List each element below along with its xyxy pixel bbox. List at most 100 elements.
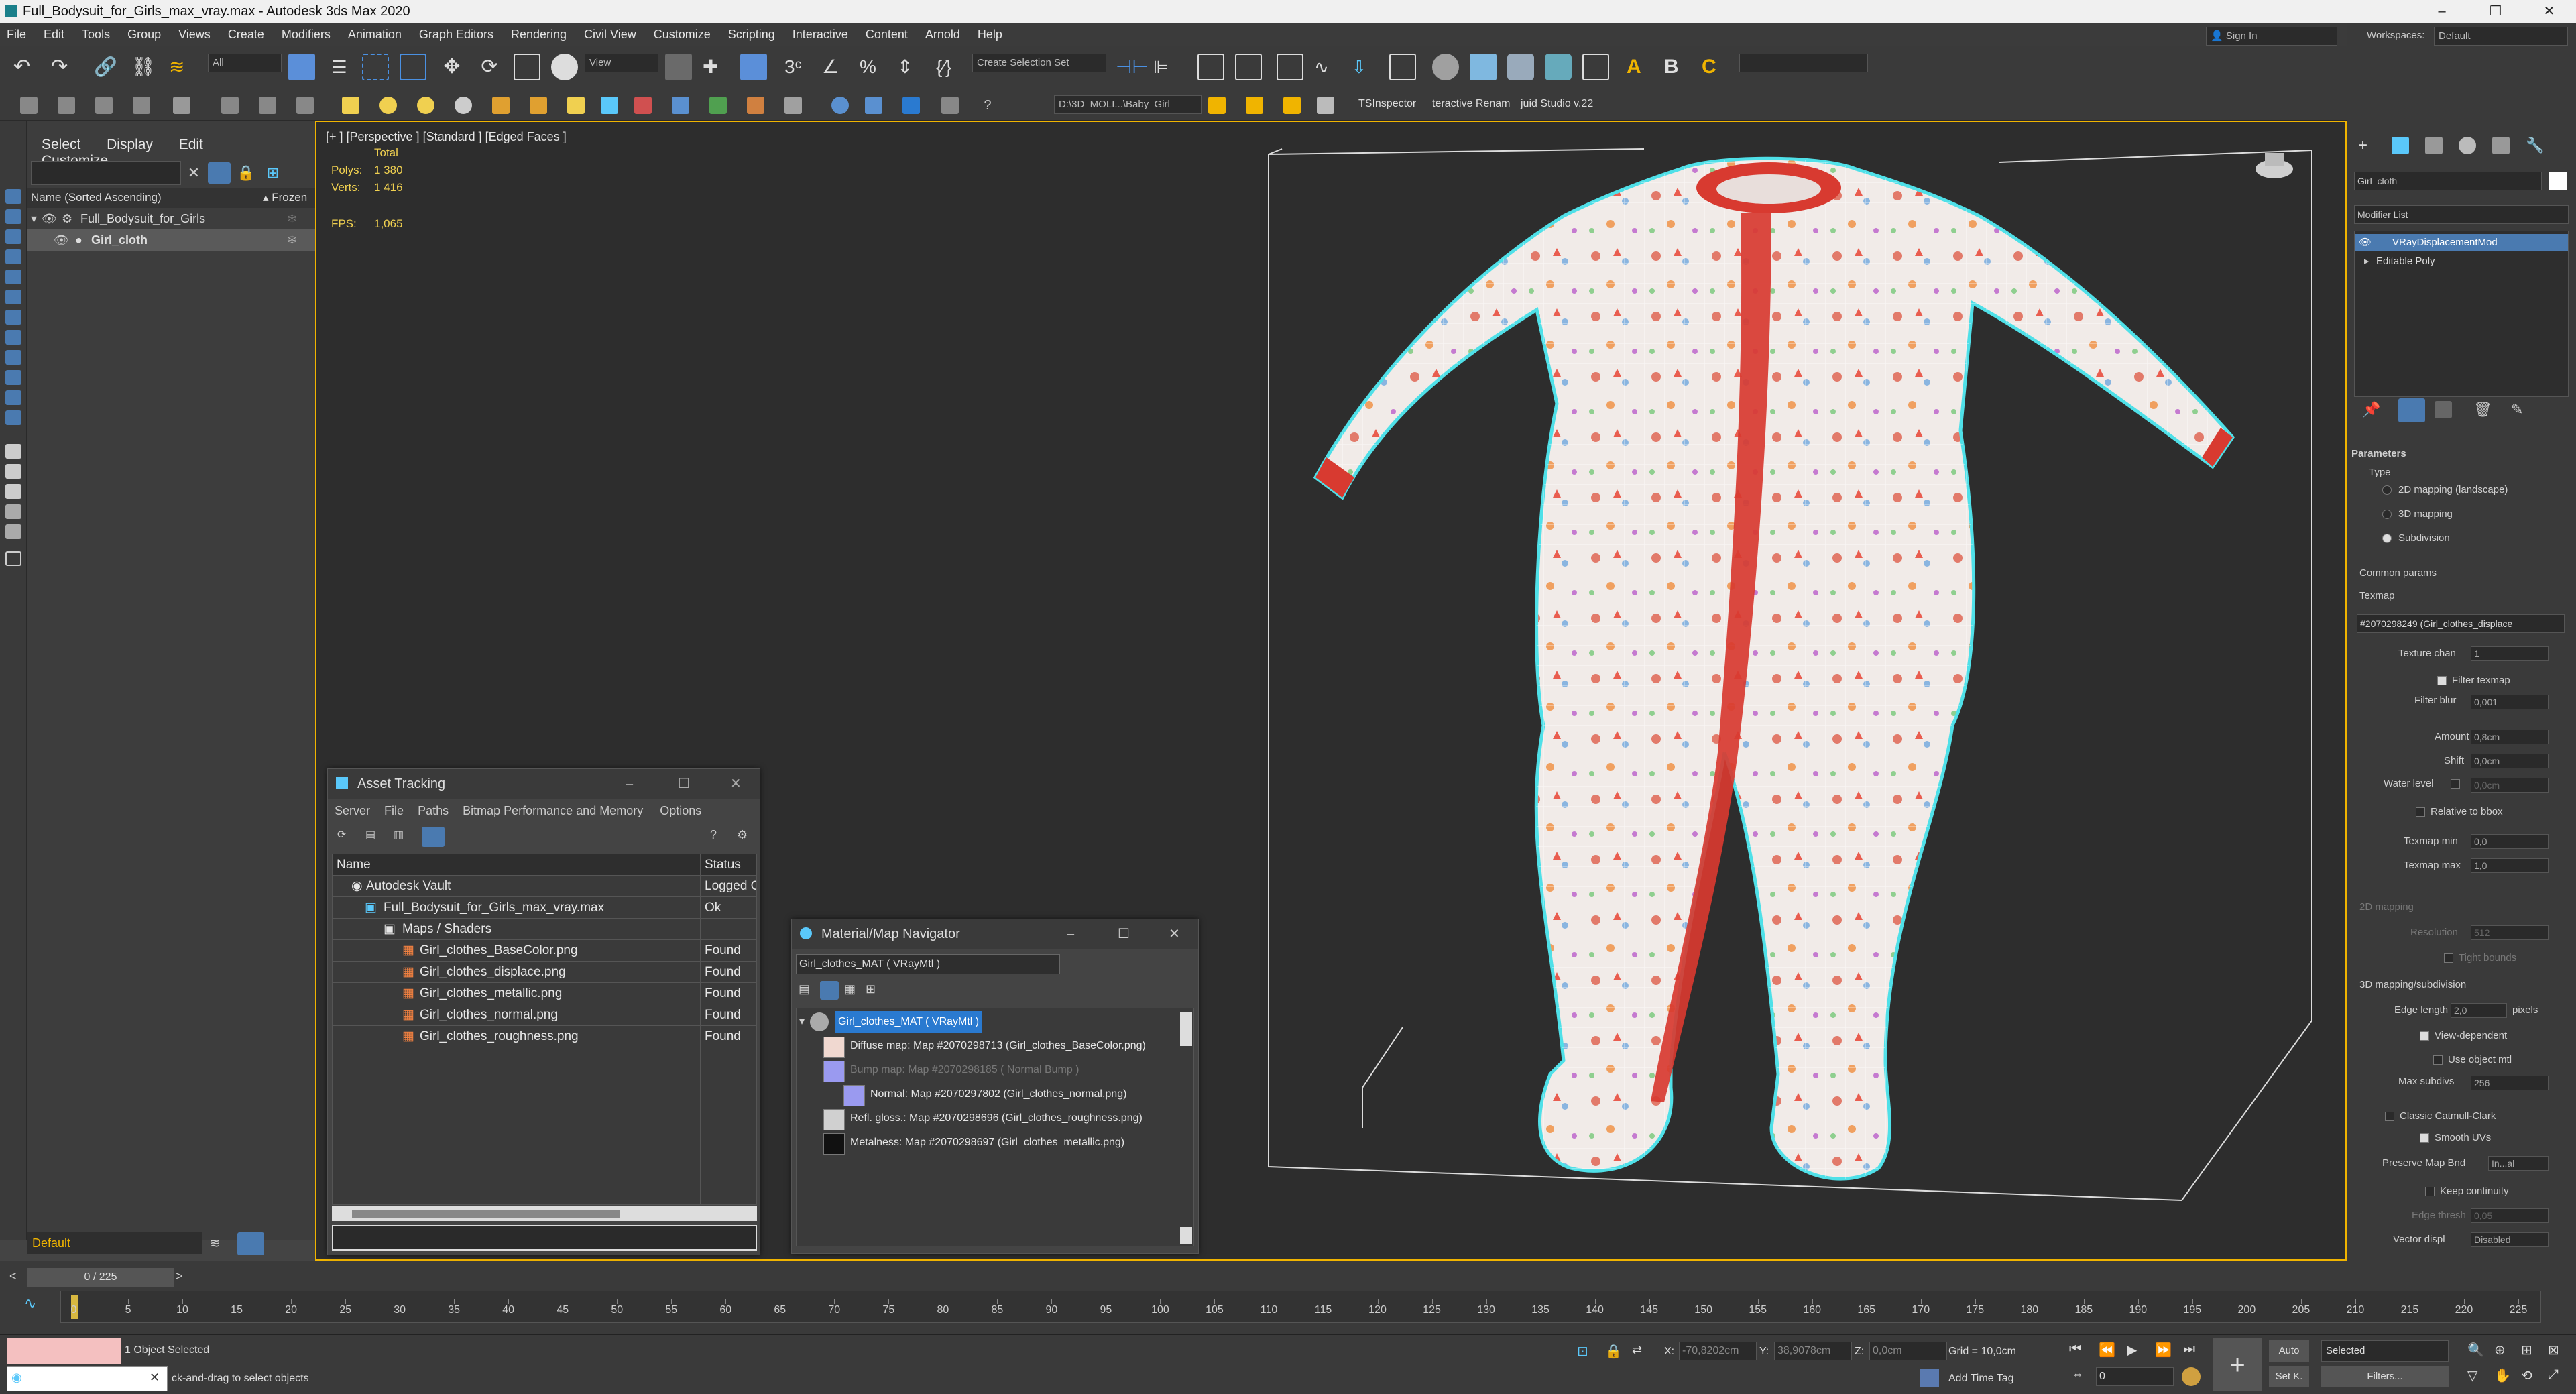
parameters-header[interactable]: Parameters	[2351, 448, 2406, 459]
asset-row[interactable]: ▦ Girl_clothes_normal.png Found	[333, 1004, 756, 1026]
close-icon[interactable]: ✕	[150, 1371, 160, 1385]
link-icon[interactable]: 🔗	[94, 54, 121, 80]
list-view-icon[interactable]: ▤	[365, 828, 383, 846]
field-of-view-icon[interactable]: ▽	[2467, 1367, 2486, 1386]
time-tag-icon[interactable]	[1920, 1369, 1939, 1387]
menu-paths[interactable]: Paths	[418, 804, 449, 817]
resolution-spinner[interactable]: 512	[2471, 925, 2549, 940]
slot-icon[interactable]	[95, 97, 113, 114]
menu-animation[interactable]: Animation	[348, 27, 402, 42]
arnold-a-icon[interactable]: A	[1627, 54, 1653, 80]
menu-edit[interactable]: Edit	[44, 27, 64, 42]
modifier-list-dropdown[interactable]: Modifier List	[2354, 205, 2569, 224]
menu-tools[interactable]: Tools	[82, 27, 110, 42]
zoom-icon[interactable]: 🔍	[2467, 1342, 2486, 1360]
max-subdivs-spinner[interactable]: 256	[2471, 1076, 2549, 1090]
set-key-button[interactable]: +	[2213, 1338, 2262, 1391]
display-tab-icon[interactable]	[2492, 137, 2510, 154]
hierarchy-icon[interactable]: ⊞	[263, 162, 283, 184]
filter-texmap-checkbox[interactable]	[2437, 676, 2447, 685]
menu-help[interactable]: Help	[978, 27, 1002, 42]
scene-explorer-toggle-icon[interactable]	[1197, 54, 1224, 80]
close-icon[interactable]: ✕	[1169, 919, 1180, 949]
script-icon[interactable]	[941, 97, 959, 114]
asset-row[interactable]: ▦ Girl_clothes_roughness.png Found	[333, 1026, 756, 1047]
vertical-scrollbar[interactable]	[1179, 1008, 1193, 1246]
col-name-header[interactable]: Name	[337, 854, 371, 876]
menu-graph-editors[interactable]: Graph Editors	[419, 27, 493, 42]
scrollbar-thumb[interactable]	[1180, 1012, 1192, 1046]
vector-displ-dropdown[interactable]: Disabled	[2471, 1232, 2549, 1247]
studio-button[interactable]: juid Studio v.22	[1521, 98, 1593, 110]
sign-in-dropdown[interactable]: 👤 Sign In	[2206, 27, 2337, 46]
geosphere-icon[interactable]	[417, 97, 434, 114]
visibility-eye-icon[interactable]: 👁	[42, 208, 57, 229]
material-navigator-titlebar[interactable]: Material/Map Navigator – ☐ ✕	[792, 919, 1198, 949]
sphere-icon[interactable]	[379, 97, 397, 114]
pin-stack-icon[interactable]: 📌	[2362, 401, 2380, 418]
curve-editor-icon[interactable]: ∿	[1314, 54, 1341, 80]
keyboard-shortcut-override-icon[interactable]	[740, 54, 767, 80]
lock-icon[interactable]: 🔒	[236, 162, 256, 184]
key-filter-dropdown[interactable]: Selected	[2321, 1340, 2449, 1362]
table-view-icon[interactable]	[422, 827, 445, 847]
classic-catmull-checkbox[interactable]	[2385, 1112, 2394, 1121]
y-coordinate-field[interactable]: 38,9078cm	[1774, 1342, 1852, 1360]
amount-spinner[interactable]: 0,8cm	[2471, 730, 2549, 744]
refresh-icon[interactable]: ⟳	[337, 828, 355, 846]
asset-row[interactable]: ▦ Girl_clothes_metallic.png Found	[333, 983, 756, 1004]
render-production-icon[interactable]	[1507, 54, 1534, 80]
menu-server[interactable]: Server	[335, 804, 370, 817]
box-icon[interactable]	[342, 97, 359, 114]
folder-archive-icon[interactable]	[1317, 97, 1334, 114]
menu-arnold[interactable]: Arnold	[925, 27, 960, 42]
maximize-button[interactable]: ❐	[2469, 0, 2522, 23]
motion-tab-icon[interactable]	[2459, 137, 2476, 154]
create-tab-icon[interactable]: +	[2358, 137, 2376, 154]
renamer-button[interactable]: teractive Renam	[1432, 98, 1511, 110]
selection-filter-dropdown[interactable]: All	[208, 54, 282, 72]
light-icon[interactable]	[492, 97, 510, 114]
keep-continuity-checkbox[interactable]	[2425, 1187, 2435, 1196]
select-by-name-icon[interactable]: ☰	[326, 54, 353, 80]
show-end-result-icon[interactable]	[2398, 398, 2425, 422]
asset-row[interactable]: ▣ Maps / Shaders	[333, 919, 756, 940]
render-in-cloud-icon[interactable]	[1582, 54, 1609, 80]
column-name-header[interactable]: Name (Sorted Ascending)	[31, 188, 162, 208]
scroll-down-button[interactable]	[1180, 1227, 1192, 1244]
teapot-icon[interactable]	[865, 97, 882, 114]
filter-containers-icon[interactable]	[5, 370, 21, 385]
schematic-view-icon[interactable]: ⇩	[1352, 54, 1379, 80]
freeze-icon[interactable]: ❄	[287, 208, 297, 229]
render-region-icon[interactable]	[902, 97, 920, 114]
menu-rendering[interactable]: Rendering	[511, 27, 567, 42]
pin-icon[interactable]	[634, 97, 652, 114]
set-key-toggle[interactable]: Set K.	[2269, 1366, 2309, 1387]
relative-to-bbox-checkbox[interactable]	[2416, 807, 2425, 817]
clear-search-icon[interactable]: ✕	[184, 161, 204, 185]
remove-modifier-icon[interactable]: 🗑	[2473, 401, 2492, 418]
move-icon[interactable]: ✥	[438, 54, 465, 80]
filter-bones-icon[interactable]	[5, 350, 21, 365]
column-frozen-header[interactable]: ▴ Frozen	[263, 188, 307, 208]
filter-icon[interactable]	[208, 162, 231, 184]
arnold-b-icon[interactable]: B	[1664, 54, 1691, 80]
path-input[interactable]	[332, 1225, 757, 1251]
percent-snap-icon[interactable]: %	[860, 54, 886, 80]
search-input[interactable]	[31, 161, 181, 185]
add-time-tag[interactable]: Add Time Tag	[1948, 1373, 2014, 1385]
filter-frozen-icon[interactable]	[5, 390, 21, 405]
previous-frame-icon[interactable]: ⏪	[2099, 1342, 2117, 1360]
visibility-eye-icon[interactable]: 👁	[54, 229, 69, 251]
link-modifier-icon[interactable]	[601, 97, 618, 114]
leaf-icon[interactable]	[709, 97, 727, 114]
isolate-selection-icon[interactable]: ⊡	[1577, 1343, 1596, 1362]
menu-modifiers[interactable]: Modifiers	[282, 27, 331, 42]
mirror-icon[interactable]: ⊣⊢	[1116, 54, 1149, 80]
rectangular-selection-icon[interactable]	[362, 54, 389, 80]
named-selection-set-dropdown[interactable]: Create Selection Set	[972, 54, 1106, 72]
filter-spacewarps-icon[interactable]	[5, 290, 21, 304]
layers-icon[interactable]: ≋	[209, 1235, 228, 1253]
close-icon[interactable]: ✕	[730, 769, 742, 799]
view-list-icons-icon[interactable]	[820, 981, 839, 1000]
